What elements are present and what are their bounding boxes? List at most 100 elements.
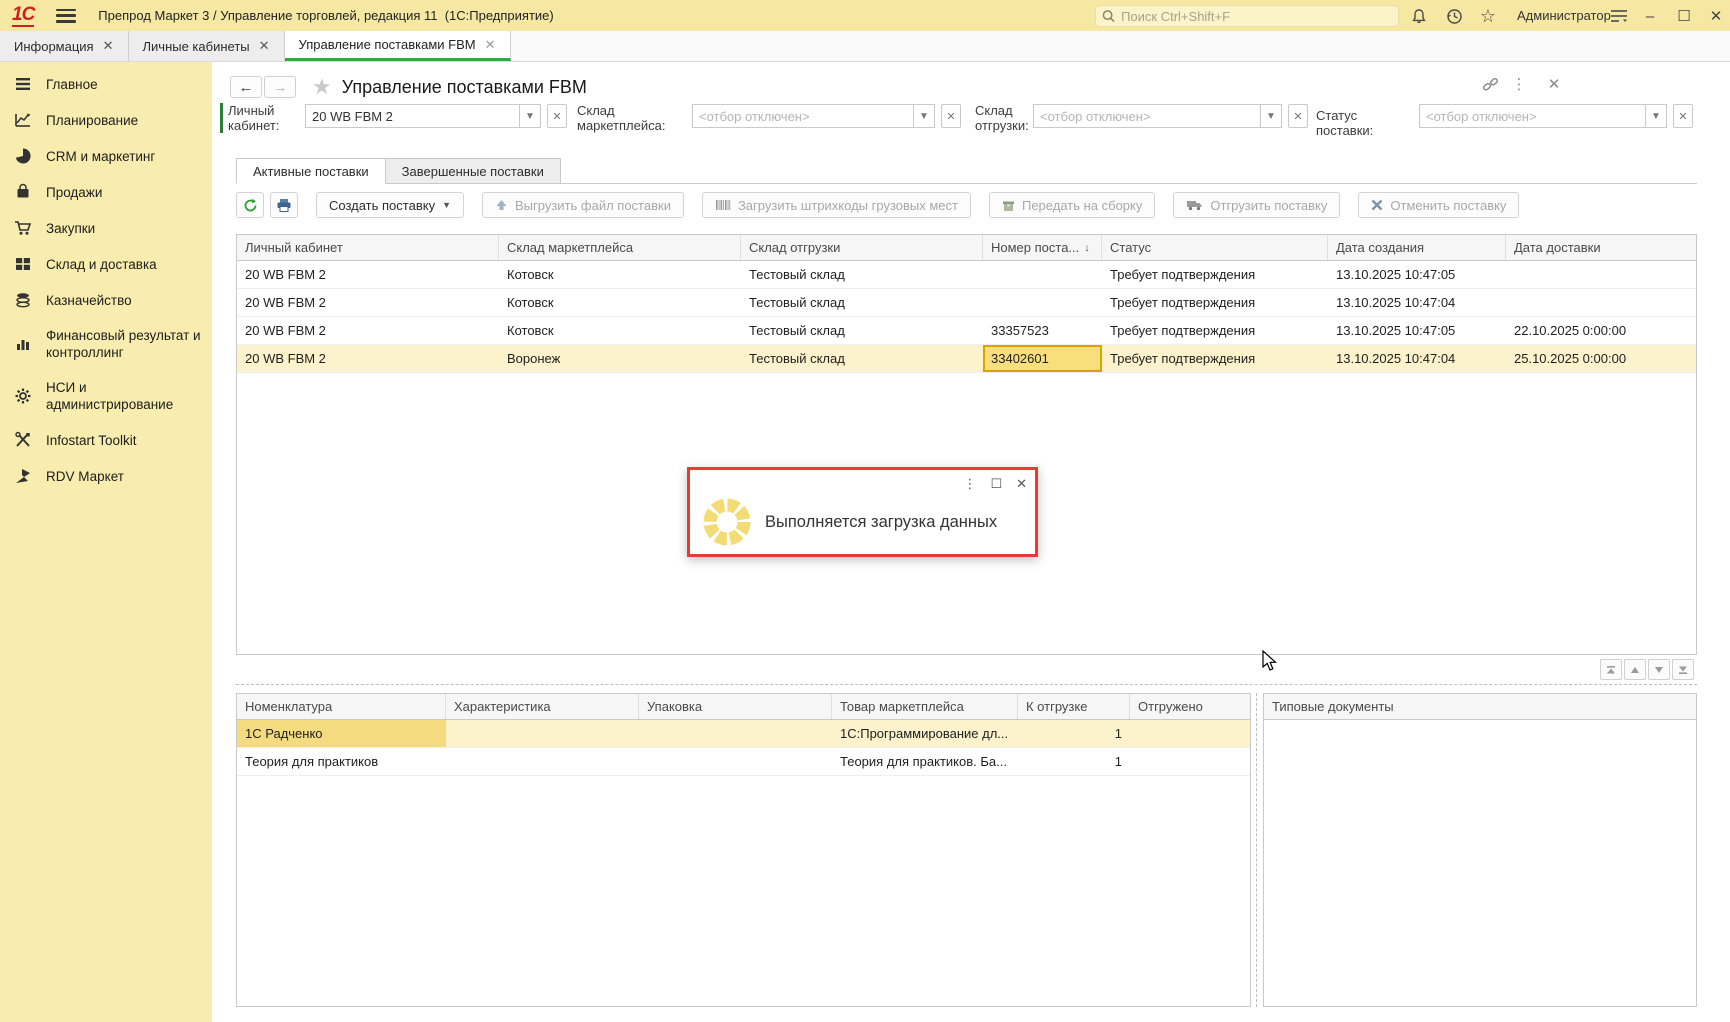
sidebar-item-warehouse[interactable]: Склад и доставка [0, 246, 212, 282]
get-link-icon[interactable] [1478, 72, 1502, 96]
horizontal-splitter[interactable] [236, 684, 1697, 685]
table-row[interactable]: Теория для практиковТеория для практиков… [237, 748, 1250, 776]
cart-icon [14, 219, 32, 237]
tab-active-supplies[interactable]: Активные поставки [236, 158, 386, 184]
ship-warehouse-filter-field[interactable]: ▼ [1033, 104, 1282, 128]
column-header[interactable]: Статус [1102, 235, 1328, 260]
sidebar-item-treasury[interactable]: Казначейство [0, 282, 212, 318]
sidebar-item-finance[interactable]: Финансовый результат и контроллинг [0, 318, 212, 370]
table-row-selected[interactable]: 1С Радченко1С:Программирование дл...1 [237, 720, 1250, 748]
status-filter-clear-icon[interactable]: ✕ [1673, 104, 1693, 128]
chevron-down-icon[interactable]: ▼ [519, 104, 540, 128]
go-last-row-icon[interactable] [1672, 659, 1694, 680]
form-area: ← → ★ Управление поставками FBM ⋮ ✕ Личн… [212, 62, 1730, 1022]
close-button[interactable]: ✕ [1704, 4, 1728, 28]
chevron-down-icon[interactable]: ▼ [1645, 104, 1666, 128]
tools-icon [14, 431, 32, 449]
create-supply-button[interactable]: Создать поставку▼ [316, 192, 464, 218]
coins-icon [14, 291, 32, 309]
column-header[interactable]: Характеристика [446, 694, 639, 719]
send-to-assembly-button[interactable]: Передать на сборку [989, 192, 1155, 218]
column-header[interactable]: Товар маркетплейса [832, 694, 1018, 719]
status-filter-field[interactable]: ▼ [1419, 104, 1667, 128]
maximize-button[interactable]: ☐ [1672, 4, 1696, 28]
sidebar-item-main[interactable]: Главное [0, 66, 212, 102]
window-title: Препрод Маркет 3 / Управление торговлей,… [98, 8, 553, 23]
column-header[interactable]: К отгрузке [1018, 694, 1130, 719]
favorite-star-icon[interactable]: ★ [312, 74, 332, 100]
main-menu-icon[interactable] [56, 9, 76, 23]
sidebar-item-purchases[interactable]: Закупки [0, 210, 212, 246]
account-filter-clear-icon[interactable]: ✕ [547, 104, 567, 128]
tab-close-icon[interactable]: ✕ [103, 38, 114, 54]
ship-warehouse-filter-clear-icon[interactable]: ✕ [1288, 104, 1308, 128]
items-table: Номенклатура Характеристика Упаковка Тов… [236, 693, 1251, 1007]
go-down-row-icon[interactable] [1648, 659, 1670, 680]
sidebar-item-nsi-admin[interactable]: НСИ и администрирование [0, 370, 212, 422]
minimize-button[interactable]: – [1638, 4, 1662, 28]
forward-button[interactable]: → [264, 76, 296, 98]
history-icon[interactable] [1442, 4, 1466, 28]
column-header-sorted[interactable]: Номер поста...↓ [983, 235, 1102, 260]
column-header[interactable]: Дата создания [1328, 235, 1506, 260]
favorites-star-icon[interactable]: ☆ [1476, 4, 1500, 28]
mp-warehouse-filter-input[interactable] [693, 105, 913, 127]
sidebar-item-sales[interactable]: Продажи [0, 174, 212, 210]
sidebar-item-rdv-market[interactable]: RDV Маркет [0, 458, 212, 494]
chevron-down-icon[interactable]: ▼ [913, 104, 934, 128]
search-input[interactable] [1121, 9, 1392, 24]
form-close-icon[interactable]: ✕ [1542, 72, 1566, 96]
go-first-row-icon[interactable] [1600, 659, 1622, 680]
table-row[interactable]: 20 WB FBM 2КотовскТестовый складТребует … [237, 289, 1696, 317]
vertical-splitter[interactable] [1256, 693, 1257, 1007]
column-header[interactable]: Склад отгрузки [741, 235, 983, 260]
column-header[interactable]: Отгружено [1130, 694, 1250, 719]
cancel-supply-button[interactable]: Отменить поставку [1358, 192, 1519, 218]
sidebar-item-planning[interactable]: Планирование [0, 102, 212, 138]
ship-supply-button[interactable]: Отгрузить поставку [1173, 192, 1340, 218]
loading-spinner-icon [702, 497, 752, 547]
dialog-more-icon[interactable]: ⋮ [963, 476, 976, 492]
sidebar-item-crm[interactable]: CRM и маркетинг [0, 138, 212, 174]
column-header[interactable]: Личный кабинет [237, 235, 499, 260]
docs-panel-header[interactable]: Типовые документы [1264, 694, 1696, 720]
column-header[interactable]: Дата доставки [1506, 235, 1696, 260]
go-up-row-icon[interactable] [1624, 659, 1646, 680]
mp-warehouse-filter-clear-icon[interactable]: ✕ [941, 104, 961, 128]
more-actions-icon[interactable]: ⋮ [1507, 72, 1531, 96]
dialog-close-icon[interactable]: ✕ [1016, 476, 1027, 492]
tab-information[interactable]: Информация ✕ [0, 31, 129, 61]
column-header[interactable]: Упаковка [639, 694, 832, 719]
sidebar-item-infostart-toolkit[interactable]: Infostart Toolkit [0, 422, 212, 458]
back-button[interactable]: ← [230, 76, 262, 98]
tab-finished-supplies[interactable]: Завершенные поставки [386, 158, 561, 184]
tab-personal-accounts[interactable]: Личные кабинеты ✕ [129, 31, 285, 61]
user-menu-icon[interactable] [1607, 4, 1631, 28]
notifications-bell-icon[interactable] [1407, 4, 1431, 28]
menu-icon [14, 75, 32, 93]
account-filter-input[interactable] [306, 105, 519, 127]
tab-fbm-supplies[interactable]: Управление поставками FBM ✕ [285, 31, 511, 61]
print-button[interactable] [270, 192, 298, 218]
column-header[interactable]: Номенклатура [237, 694, 446, 719]
table-row[interactable]: 20 WB FBM 2КотовскТестовый складТребует … [237, 261, 1696, 289]
table-row[interactable]: 20 WB FBM 2КотовскТестовый склад33357523… [237, 317, 1696, 345]
account-filter-field[interactable]: ▼ [305, 104, 541, 128]
global-search[interactable] [1095, 5, 1399, 27]
column-header[interactable]: Склад маркетплейса [499, 235, 741, 260]
current-user[interactable]: Администратор [1517, 8, 1611, 23]
tab-close-icon[interactable]: ✕ [259, 38, 270, 54]
chevron-down-icon: ▼ [442, 200, 451, 210]
chevron-down-icon[interactable]: ▼ [1260, 104, 1281, 128]
tab-close-icon[interactable]: ✕ [485, 37, 496, 53]
filter-label-status: Статус поставки: [1316, 108, 1416, 138]
ship-warehouse-filter-input[interactable] [1034, 105, 1260, 127]
load-barcodes-button[interactable]: Загрузить штрихкоды грузовых мест [702, 192, 971, 218]
status-filter-input[interactable] [1420, 105, 1645, 127]
dialog-maximize-icon[interactable]: ☐ [990, 476, 1002, 492]
refresh-button[interactable] [236, 192, 264, 218]
upload-supply-file-button[interactable]: Выгрузить файл поставки [482, 192, 684, 218]
page-title: Управление поставками FBM [342, 77, 587, 98]
table-row-selected[interactable]: 20 WB FBM 2ВоронежТестовый склад33402601… [237, 345, 1696, 373]
mp-warehouse-filter-field[interactable]: ▼ [692, 104, 935, 128]
